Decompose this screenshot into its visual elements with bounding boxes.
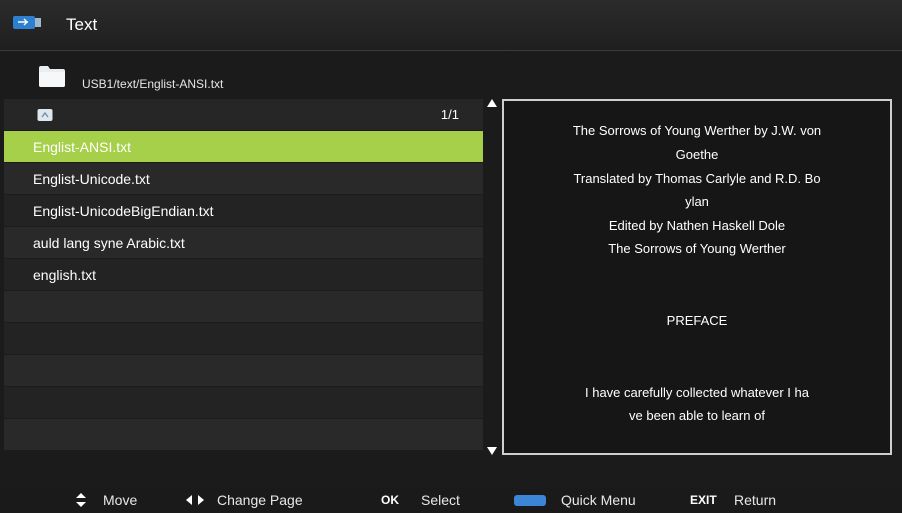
blue-key-icon bbox=[514, 495, 546, 506]
move-hint: Move bbox=[103, 492, 138, 508]
empty-row bbox=[4, 419, 483, 450]
empty-row bbox=[4, 387, 483, 418]
file-list: 1/1 Englist-ANSI.txt Englist-Unicode.txt… bbox=[4, 99, 483, 457]
parent-folder-icon bbox=[37, 109, 53, 121]
preview-line: Goethe bbox=[675, 147, 719, 162]
folder-icon bbox=[39, 66, 65, 87]
empty-row bbox=[4, 323, 483, 354]
key-hint-bar: Move Change Page OK Select Quick Menu EX… bbox=[0, 487, 902, 513]
left-right-arrows-icon bbox=[186, 495, 204, 505]
list-item[interactable]: Englist-ANSI.txt bbox=[4, 131, 483, 162]
return-hint: Return bbox=[734, 492, 777, 508]
scroll-up-arrow-icon[interactable] bbox=[487, 99, 497, 107]
preview-line: Edited by Nathen Haskell Dole bbox=[608, 218, 786, 233]
preview-line: I have carefully collected whatever I ha bbox=[584, 385, 809, 400]
empty-row bbox=[4, 291, 483, 322]
preview-line: The Sorrows of Young Werther by J.W. von bbox=[572, 123, 822, 138]
change-page-hint: Change Page bbox=[217, 492, 303, 508]
header-bar: Text bbox=[0, 0, 902, 51]
empty-row bbox=[4, 355, 483, 386]
preview-line: Translated by Thomas Carlyle and R.D. Bo bbox=[573, 171, 821, 186]
page-indicator: 1/1 bbox=[440, 107, 459, 122]
preview-line: ve been able to learn of bbox=[629, 408, 765, 423]
path-bar: USB1/text/Englist-ANSI.txt bbox=[0, 56, 902, 96]
parent-folder-row[interactable]: 1/1 bbox=[4, 99, 483, 130]
file-name: english.txt bbox=[33, 267, 97, 283]
list-item[interactable]: Englist-UnicodeBigEndian.txt bbox=[4, 195, 483, 226]
file-name: auld lang syne Arabic.txt bbox=[33, 235, 185, 251]
preview-line: The Sorrows of Young Werther bbox=[608, 241, 786, 256]
ok-key-icon: OK bbox=[381, 493, 399, 507]
scroll-down-arrow-icon[interactable] bbox=[487, 447, 497, 455]
preview-line: PREFACE bbox=[666, 313, 728, 328]
exit-key-icon: EXIT bbox=[690, 493, 717, 507]
current-path: USB1/text/Englist-ANSI.txt bbox=[82, 77, 224, 91]
scrollbar[interactable] bbox=[489, 110, 495, 444]
up-down-arrows-icon bbox=[76, 493, 86, 507]
file-name: Englist-Unicode.txt bbox=[33, 171, 150, 187]
preview-line: ylan bbox=[685, 194, 709, 209]
file-name: Englist-ANSI.txt bbox=[33, 139, 132, 155]
list-item[interactable]: english.txt bbox=[4, 259, 483, 290]
text-preview-panel: The Sorrows of Young Werther by J.W. von… bbox=[502, 99, 892, 455]
list-item[interactable]: auld lang syne Arabic.txt bbox=[4, 227, 483, 258]
file-name: Englist-UnicodeBigEndian.txt bbox=[33, 203, 214, 219]
quick-menu-hint: Quick Menu bbox=[561, 492, 636, 508]
select-hint: Select bbox=[421, 492, 460, 508]
usb-icon bbox=[13, 16, 41, 29]
app-title: Text bbox=[66, 15, 98, 34]
list-item[interactable]: Englist-Unicode.txt bbox=[4, 163, 483, 194]
